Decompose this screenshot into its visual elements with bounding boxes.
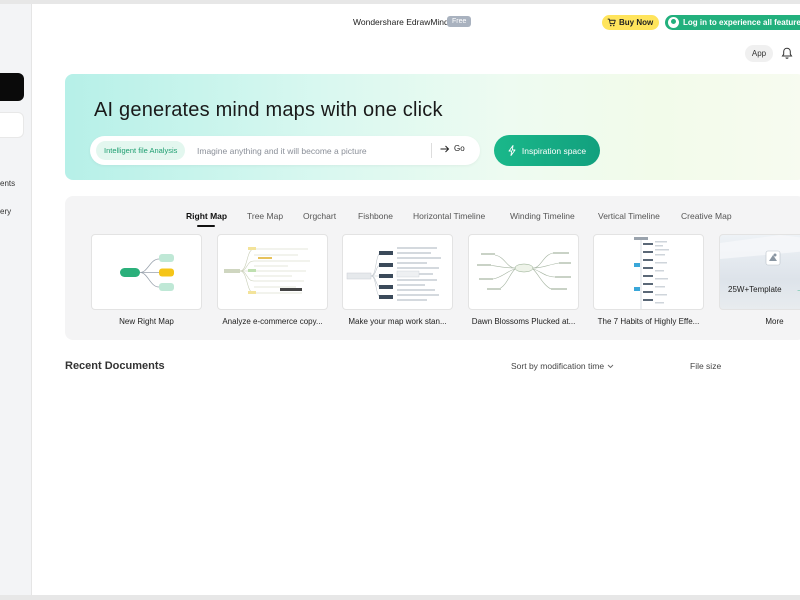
tab-winding-timeline[interactable]: Winding Timeline <box>510 211 575 221</box>
template-card-new-right-map[interactable] <box>91 234 202 310</box>
app-title: Wondershare EdrawMind <box>353 17 449 27</box>
sidebar: ents ery <box>0 4 32 595</box>
template-card-label: Dawn Blossoms Plucked at... <box>471 317 576 326</box>
template-card-label: New Right Map <box>119 317 174 326</box>
template-card-map-work[interactable] <box>342 234 453 310</box>
tab-vertical-timeline[interactable]: Vertical Timeline <box>598 211 660 221</box>
bell-icon[interactable] <box>781 47 793 60</box>
ai-prompt-input[interactable] <box>197 142 422 159</box>
banner-title: AI generates mind maps with one click <box>94 99 443 121</box>
tab-orgchart[interactable]: Orgchart <box>303 211 336 221</box>
sort-label: Sort by modification time <box>511 361 605 371</box>
mindmap-thumbnail <box>634 237 669 309</box>
mindmap-thumbnail <box>346 247 441 301</box>
go-button[interactable]: Go <box>440 144 465 153</box>
template-card-label: Analyze e-commerce copy... <box>222 317 323 326</box>
template-card-label: More <box>765 317 784 326</box>
mindmap-thumbnail <box>224 247 310 294</box>
template-card-dawn-blossoms[interactable] <box>468 234 579 310</box>
sidebar-new-button[interactable] <box>0 73 24 101</box>
chevron-down-icon <box>607 364 614 368</box>
inspiration-space-button[interactable]: Inspiration space <box>494 135 600 166</box>
tab-right-map[interactable]: Right Map <box>186 211 227 221</box>
sidebar-item-recent-documents[interactable]: ents <box>0 179 15 188</box>
login-label: Log in to experience all features <box>683 18 800 27</box>
lightning-icon <box>508 145 516 156</box>
buy-now-button[interactable]: Buy Now <box>602 15 660 30</box>
arrow-right-icon: → <box>796 285 800 294</box>
buy-now-label: Buy Now <box>619 18 654 27</box>
prompt-divider <box>431 143 432 158</box>
tab-tree-map[interactable]: Tree Map <box>247 211 283 221</box>
app-button[interactable]: App <box>745 45 773 62</box>
recent-documents-title: Recent Documents <box>65 360 165 372</box>
sort-dropdown[interactable]: Sort by modification time <box>511 361 614 371</box>
file-size-column[interactable]: File size <box>690 361 721 371</box>
sidebar-item-gallery[interactable]: ery <box>0 207 11 216</box>
template-card-more[interactable]: 25W+Template → <box>719 234 800 310</box>
tab-creative-map[interactable]: Creative Map <box>681 211 732 221</box>
template-count-badge: 25W+Template <box>728 285 782 294</box>
sidebar-open-button[interactable] <box>0 112 24 138</box>
active-tab-indicator <box>197 225 215 227</box>
arrow-right-icon <box>440 145 450 152</box>
plan-badge: Free <box>447 16 472 27</box>
user-icon <box>668 17 679 28</box>
tab-fishbone[interactable]: Fishbone <box>358 211 393 221</box>
login-button[interactable]: Log in to experience all features <box>665 15 800 30</box>
right-map-thumbnail <box>120 254 174 291</box>
app-window: ents ery Wondershare EdrawMind Free Buy … <box>0 0 800 600</box>
template-card-label: Make your map work stan... <box>348 317 447 326</box>
template-gallery-thumbnail <box>720 235 800 266</box>
go-label: Go <box>454 144 465 153</box>
file-analysis-chip[interactable]: Intelligent file Analysis <box>96 141 186 160</box>
template-card-ecommerce[interactable] <box>217 234 328 310</box>
mindmap-thumbnail <box>477 252 571 290</box>
tab-horizontal-timeline[interactable]: Horizontal Timeline <box>413 211 485 221</box>
template-card-label: The 7 Habits of Highly Effe... <box>597 317 700 326</box>
cart-icon <box>607 18 616 27</box>
template-card-7-habits[interactable] <box>593 234 704 310</box>
inspiration-label: Inspiration space <box>521 145 587 156</box>
